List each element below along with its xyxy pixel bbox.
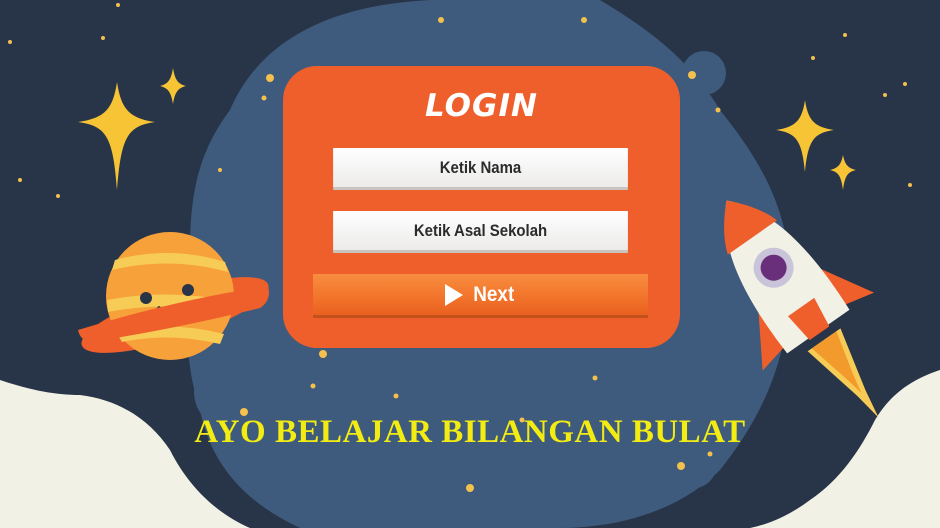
next-button[interactable]: Next bbox=[313, 274, 648, 318]
login-card: LOGIN Next bbox=[283, 66, 680, 348]
name-input[interactable] bbox=[333, 148, 628, 190]
page-headline: AYO BELAJAR BILANGAN BULAT bbox=[194, 414, 746, 450]
next-button-label: Next bbox=[473, 282, 514, 306]
login-title: LOGIN bbox=[425, 88, 538, 124]
school-input[interactable] bbox=[333, 211, 628, 253]
play-triangle-icon bbox=[444, 283, 463, 306]
